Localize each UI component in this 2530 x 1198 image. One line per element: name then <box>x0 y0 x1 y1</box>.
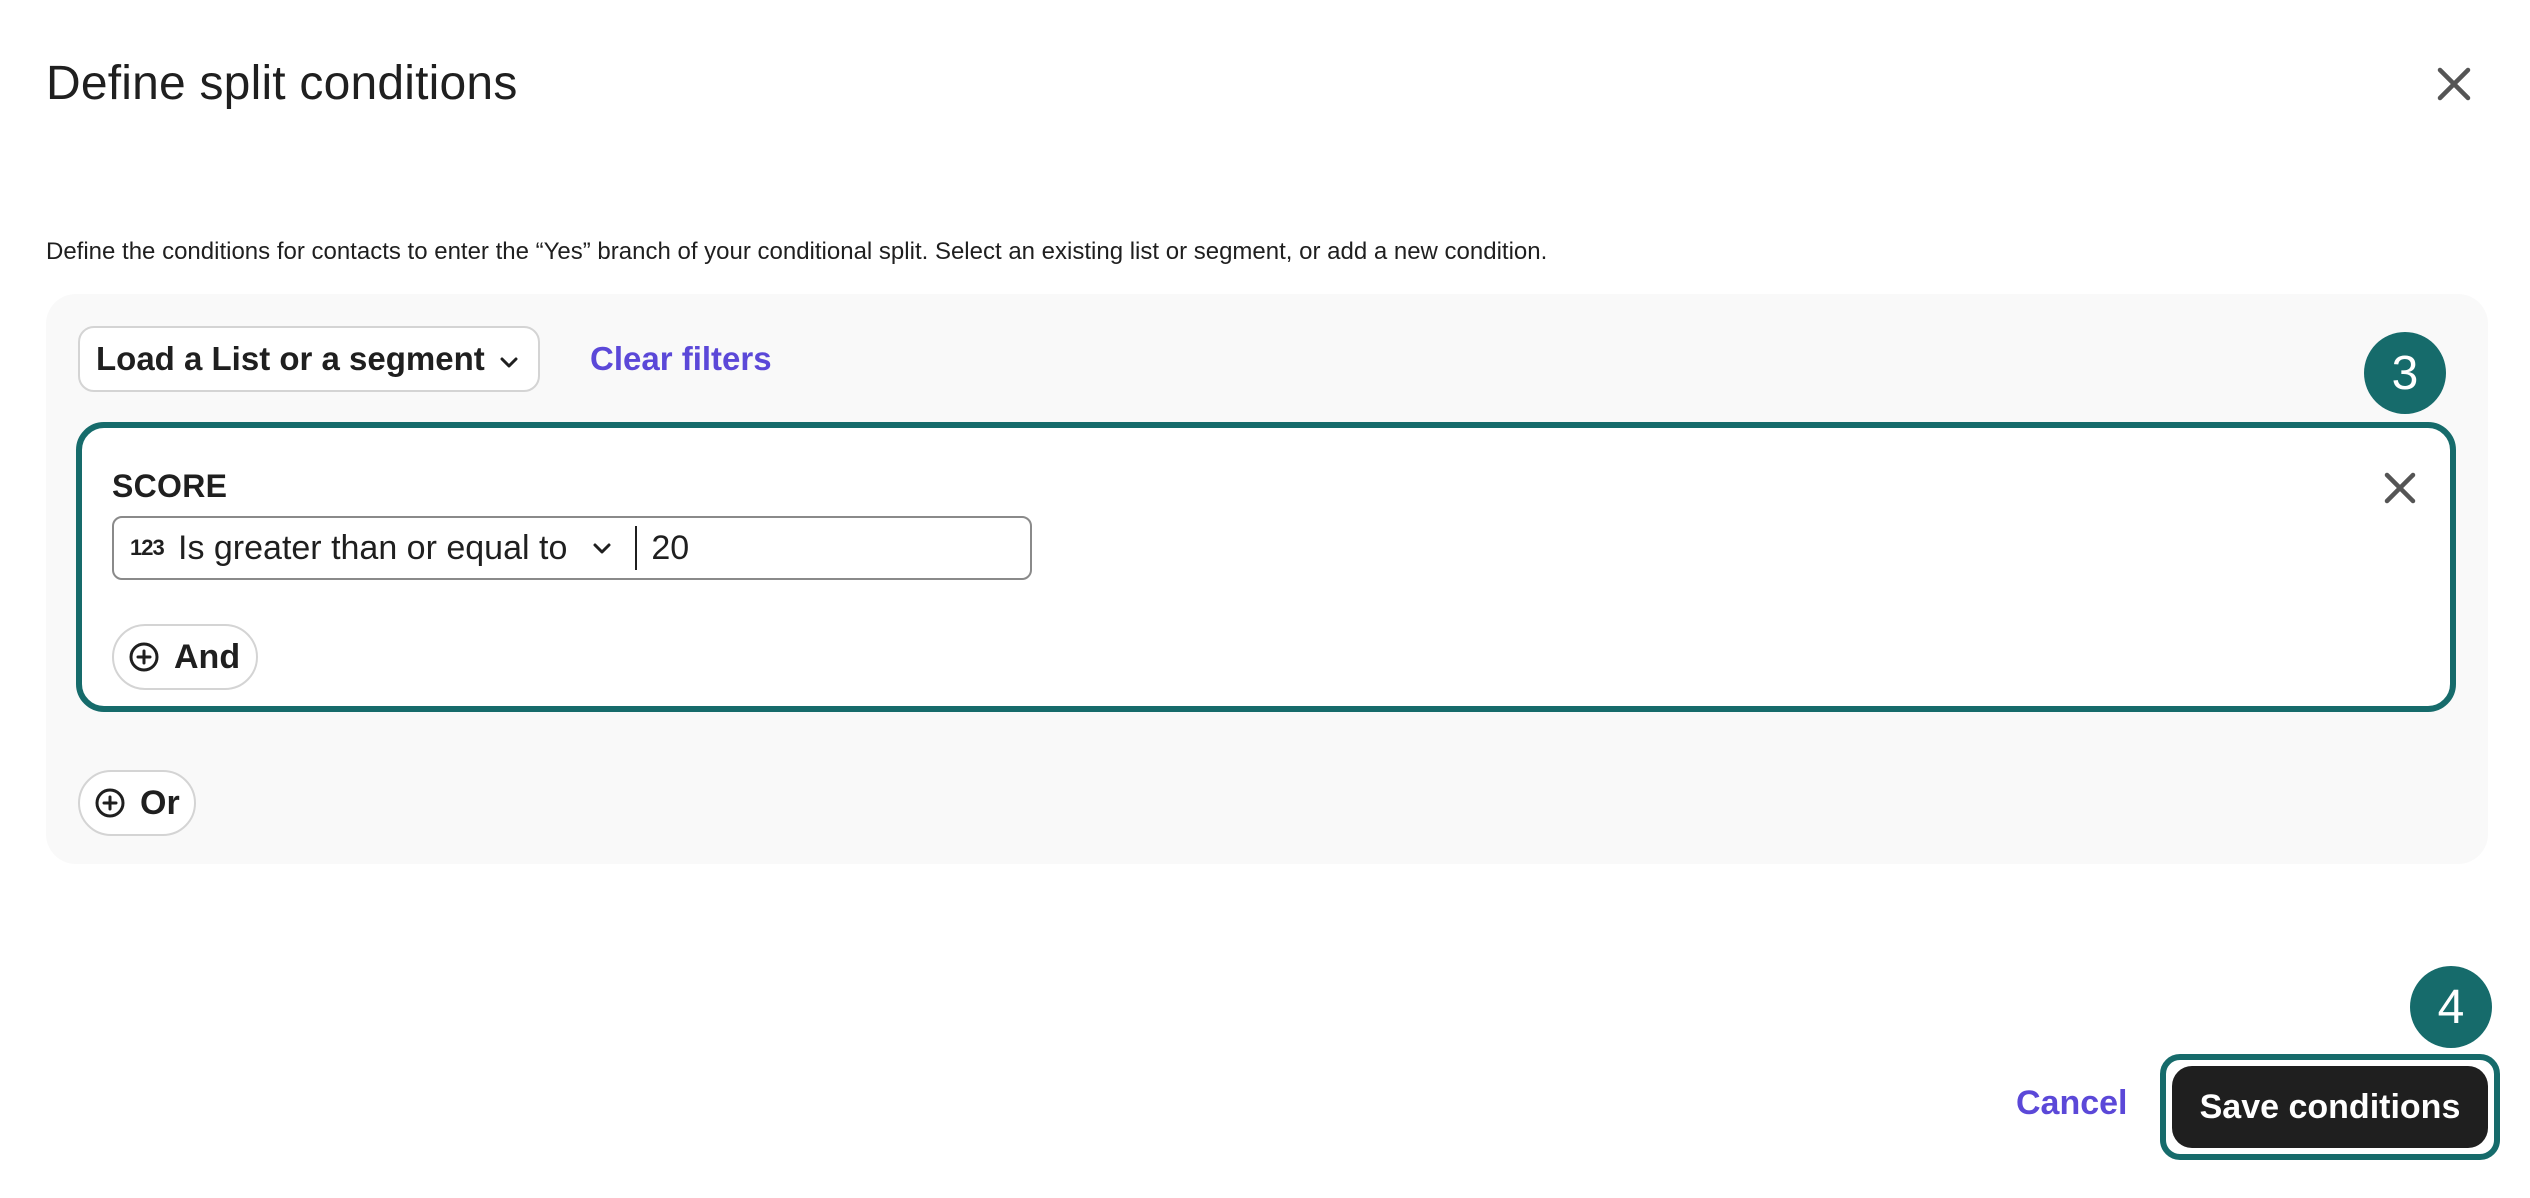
plus-circle-icon <box>95 788 125 818</box>
chevron-down-icon <box>500 357 518 368</box>
load-list-segment-label: Load a List or a segment <box>96 340 485 377</box>
plus-circle-icon <box>129 642 159 672</box>
number-type-icon: 123 <box>130 535 165 560</box>
add-and-condition-button[interactable]: And <box>112 624 258 690</box>
define-split-conditions-modal: Define split conditions Define the condi… <box>0 0 2530 1198</box>
condition-field-name: SCORE <box>112 468 228 504</box>
step-badge-4: 4 <box>2410 966 2492 1048</box>
condition-group-card: SCORE 123 Is greater than or equal to 20 <box>76 422 2456 712</box>
chevron-down-icon[interactable] <box>591 537 613 559</box>
row-divider <box>635 526 638 570</box>
and-button-label: And <box>174 637 241 676</box>
clear-filters-link[interactable]: Clear filters <box>590 340 772 378</box>
add-or-condition-button[interactable]: Or <box>78 770 196 836</box>
modal-title: Define split conditions <box>46 57 518 110</box>
step-badge-3: 3 <box>2364 332 2446 414</box>
cancel-button[interactable]: Cancel <box>2016 1084 2128 1123</box>
load-list-segment-dropdown[interactable]: Load a List or a segment <box>78 326 540 392</box>
close-icon <box>2384 472 2416 504</box>
conditions-panel: Load a List or a segment Clear filters S… <box>46 294 2488 864</box>
operator-dropdown[interactable]: Is greater than or equal to <box>178 529 567 568</box>
save-button-highlight: Save conditions <box>2160 1054 2500 1160</box>
condition-value-input[interactable]: 20 <box>651 529 689 568</box>
condition-rule-row: 123 Is greater than or equal to 20 <box>112 516 1032 580</box>
close-icon <box>2437 67 2471 101</box>
remove-condition-button[interactable] <box>2380 468 2420 508</box>
save-conditions-button[interactable]: Save conditions <box>2172 1066 2488 1148</box>
modal-close-button[interactable] <box>2432 62 2476 106</box>
modal-description: Define the conditions for contacts to en… <box>46 238 1548 265</box>
or-button-label: Or <box>140 783 180 822</box>
